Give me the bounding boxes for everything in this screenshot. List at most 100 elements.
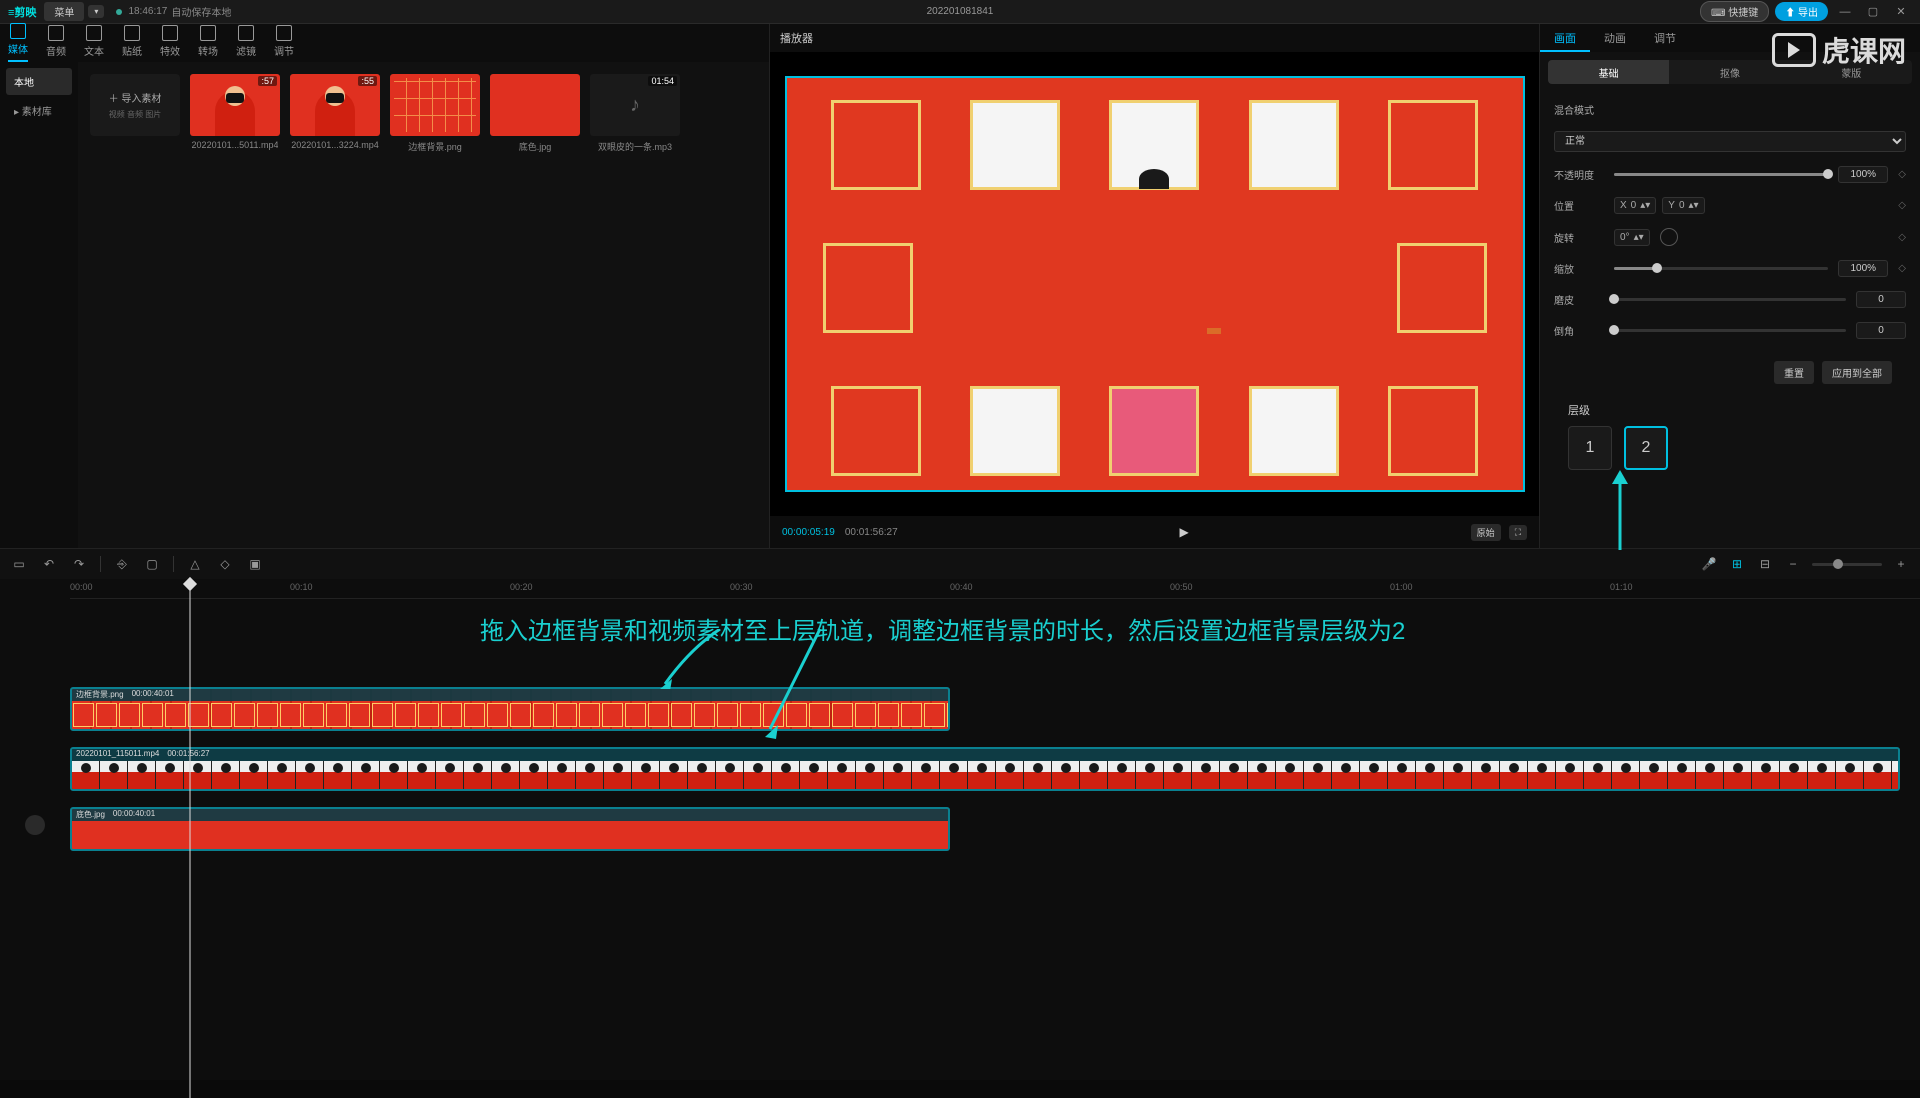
tab-transition[interactable]: 转场 bbox=[198, 25, 218, 62]
minimize-button[interactable]: — bbox=[1834, 6, 1856, 18]
titlebar-right: ⌨ 快捷键 ⬆ 导出 — ▢ ✕ bbox=[1700, 1, 1912, 22]
clip-video[interactable]: 20220101_115011.mp400:01:56:27 bbox=[70, 747, 1900, 791]
preview-canvas[interactable] bbox=[785, 76, 1525, 492]
track-1: 边框背景.png00:00:40:01 bbox=[70, 687, 1920, 731]
skew-value[interactable]: 0 bbox=[1856, 291, 1906, 308]
round-slider[interactable] bbox=[1614, 329, 1846, 332]
blend-select[interactable]: 正常 bbox=[1554, 131, 1906, 152]
redo-icon[interactable]: ↷ bbox=[70, 557, 88, 571]
tab-audio[interactable]: 音频 bbox=[46, 25, 66, 62]
scale-value[interactable]: 100% bbox=[1838, 260, 1888, 277]
apply-all-button[interactable]: 应用到全部 bbox=[1822, 361, 1892, 384]
grid-cell bbox=[1397, 243, 1487, 333]
transition-icon bbox=[200, 25, 216, 41]
track-toggle[interactable] bbox=[10, 815, 60, 835]
skew-slider[interactable] bbox=[1614, 298, 1846, 301]
scale-reset-icon[interactable]: ◇ bbox=[1898, 263, 1906, 274]
mirror-icon[interactable]: △ bbox=[186, 557, 204, 571]
titlebar: ≡剪映 菜单 ▾ 18:46:17 自动保存本地 202201081841 ⌨ … bbox=[0, 0, 1920, 24]
media-sidebar: 本地 ▸ 素材库 bbox=[0, 62, 78, 548]
fullscreen-button[interactable]: ⛶ bbox=[1509, 525, 1527, 540]
zoom-out-icon[interactable]: − bbox=[1784, 557, 1802, 571]
split-icon[interactable]: ⎆ bbox=[113, 557, 131, 572]
rotation-input[interactable]: 0°▴▾ bbox=[1614, 229, 1650, 246]
sidebar-library[interactable]: ▸ 素材库 bbox=[6, 97, 72, 124]
close-button[interactable]: ✕ bbox=[1890, 5, 1912, 18]
rotation-reset-icon[interactable]: ◇ bbox=[1898, 232, 1906, 243]
media-body: 本地 ▸ 素材库 ＋ 导入素材 视频 音频 图片 :57 20220101...… bbox=[0, 62, 769, 548]
menu-dropdown-icon[interactable]: ▾ bbox=[88, 5, 104, 18]
layer-section: 层级 1 2 bbox=[1554, 392, 1906, 480]
layer-1-button[interactable]: 1 bbox=[1568, 426, 1612, 470]
tab-filter[interactable]: 滤镜 bbox=[236, 25, 256, 62]
track-2: 20220101_115011.mp400:01:56:27 bbox=[70, 747, 1920, 791]
filter-icon bbox=[238, 25, 254, 41]
props-tab-picture[interactable]: 画面 bbox=[1540, 24, 1590, 52]
menu-button[interactable]: 菜单 bbox=[44, 2, 84, 21]
preview-viewport bbox=[770, 52, 1539, 516]
playhead-line bbox=[190, 589, 191, 1098]
zoom-slider[interactable] bbox=[1812, 563, 1882, 566]
mic-icon[interactable]: 🎤 bbox=[1700, 557, 1718, 571]
prop-blend-mode: 混合模式 bbox=[1554, 102, 1906, 117]
rotation-dial-icon[interactable] bbox=[1660, 228, 1678, 246]
tab-sticker[interactable]: 贴纸 bbox=[122, 25, 142, 62]
preview-panel: 播放器 bbox=[770, 24, 1540, 548]
sidebar-local[interactable]: 本地 bbox=[6, 68, 72, 95]
tab-effect[interactable]: 特效 bbox=[160, 25, 180, 62]
clip-tile[interactable]: :57 20220101...5011.mp4 bbox=[190, 74, 280, 153]
subtab-basic[interactable]: 基础 bbox=[1548, 60, 1669, 84]
pos-x-input[interactable]: X0▴▾ bbox=[1614, 197, 1656, 214]
maximize-button[interactable]: ▢ bbox=[1862, 5, 1884, 18]
tab-adjust[interactable]: 调节 bbox=[274, 25, 294, 62]
autosave-indicator-icon bbox=[116, 9, 122, 15]
reset-button[interactable]: 重置 bbox=[1774, 361, 1814, 384]
ratio-button[interactable]: 原始 bbox=[1471, 524, 1501, 541]
clip-thumb bbox=[390, 74, 480, 136]
props-tab-adjust[interactable]: 调节 bbox=[1640, 24, 1690, 52]
clip-tile[interactable]: :55 20220101...3224.mp4 bbox=[290, 74, 380, 153]
crop-icon[interactable]: ▣ bbox=[246, 557, 264, 571]
app-logo: ≡剪映 bbox=[8, 4, 36, 20]
undo-icon[interactable]: ↶ bbox=[40, 557, 58, 571]
magnet-icon[interactable]: ⊞ bbox=[1728, 557, 1746, 571]
delete-icon[interactable]: ▢ bbox=[143, 557, 161, 571]
audio-icon bbox=[48, 25, 64, 41]
grid-cell bbox=[1388, 100, 1478, 190]
tab-text[interactable]: 文本 bbox=[84, 25, 104, 62]
rotate-icon[interactable]: ◇ bbox=[216, 557, 234, 571]
watermark-text: 虎课网 bbox=[1822, 30, 1906, 70]
adjust-icon bbox=[276, 25, 292, 41]
autosave-label: 自动保存本地 bbox=[171, 4, 231, 19]
layer-2-button[interactable]: 2 bbox=[1624, 426, 1668, 470]
track-3: 底色.jpg00:00:40:01 bbox=[70, 807, 1920, 851]
pointer-tool-icon[interactable]: ▭ bbox=[10, 557, 28, 571]
prop-round: 倒角 0 bbox=[1554, 322, 1906, 339]
round-value[interactable]: 0 bbox=[1856, 322, 1906, 339]
timeline-toolbar: ▭ ↶ ↷ ⎆ ▢ △ ◇ ▣ 🎤 ⊞ ⊟ − + bbox=[0, 549, 1920, 579]
import-button[interactable]: ＋ 导入素材 视频 音频 图片 bbox=[90, 74, 180, 136]
prop-scale: 缩放 100% ◇ bbox=[1554, 260, 1906, 277]
clip-tile[interactable]: 底色.jpg bbox=[490, 74, 580, 153]
scale-slider[interactable] bbox=[1614, 267, 1828, 270]
opacity-slider[interactable] bbox=[1614, 173, 1828, 176]
clip-tile[interactable]: ♪01:54 双眼皮的一条.mp3 bbox=[590, 74, 680, 153]
clip-thumb: ♪01:54 bbox=[590, 74, 680, 136]
clip-solid-bg[interactable]: 底色.jpg00:00:40:01 bbox=[70, 807, 950, 851]
play-button[interactable]: ▶ bbox=[1180, 525, 1189, 539]
clip-tile[interactable]: 边框背景.png bbox=[390, 74, 480, 153]
timeline-ruler[interactable]: 00:00 00:10 00:20 00:30 00:40 00:50 01:0… bbox=[70, 579, 1920, 599]
preview-controls: 00:00:05:19 00:01:56:27 ▶ 原始 ⛶ bbox=[770, 516, 1539, 548]
media-icon bbox=[10, 23, 26, 39]
opacity-value[interactable]: 100% bbox=[1838, 166, 1888, 183]
props-tab-animation[interactable]: 动画 bbox=[1590, 24, 1640, 52]
pos-y-input[interactable]: Y0▴▾ bbox=[1662, 197, 1704, 214]
export-button[interactable]: ⬆ 导出 bbox=[1775, 2, 1828, 21]
link-icon[interactable]: ⊟ bbox=[1756, 557, 1774, 571]
preview-title: 播放器 bbox=[770, 24, 1539, 52]
zoom-in-icon[interactable]: + bbox=[1892, 557, 1910, 571]
position-reset-icon[interactable]: ◇ bbox=[1898, 200, 1906, 211]
shortcuts-button[interactable]: ⌨ 快捷键 bbox=[1700, 1, 1769, 22]
opacity-reset-icon[interactable]: ◇ bbox=[1898, 169, 1906, 180]
tab-media[interactable]: 媒体 bbox=[8, 23, 28, 62]
